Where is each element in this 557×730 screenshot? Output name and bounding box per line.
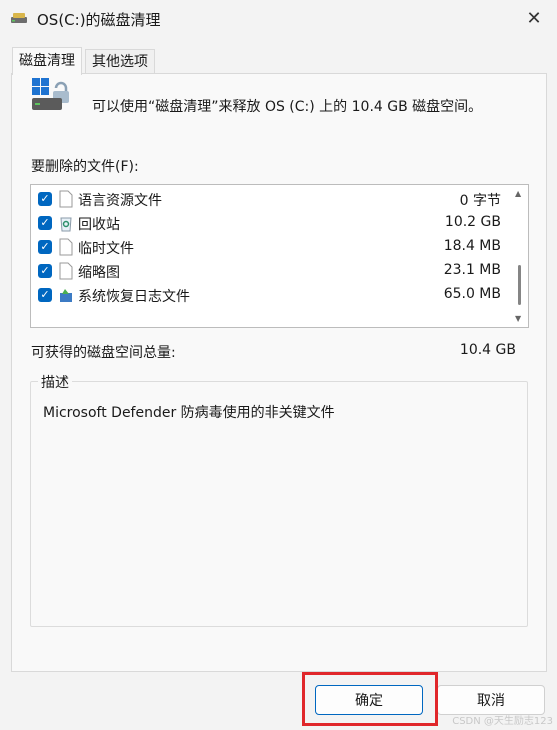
tab-disk-cleanup[interactable]: 磁盘清理 [12,47,82,75]
file-name: 临时文件 [78,241,134,257]
file-list[interactable]: ✓ 语言资源文件 0 字节 ✓ 回收站 10.2 GB ✓ 临时文件 18.4 … [30,184,529,328]
file-name: 回收站 [78,217,120,233]
description-title: 描述 [38,372,72,392]
cancel-button[interactable]: 取消 [437,685,545,715]
document-icon [59,238,73,256]
checkbox-checked[interactable]: ✓ [38,264,52,278]
file-size: 10.2 GB [444,214,501,230]
watermark: CSDN @天生励志123 [452,716,553,727]
list-item[interactable]: ✓ 临时文件 18.4 MB [37,236,507,260]
file-name: 语言资源文件 [78,193,162,209]
list-item[interactable]: ✓ 语言资源文件 0 字节 [37,188,507,212]
files-label: 要删除的文件(F): [31,159,139,175]
file-size: 23.1 MB [443,262,501,278]
scroll-down-icon[interactable]: ▼ [515,314,521,323]
total-space-value: 10.4 GB [459,342,516,358]
file-name: 系统恢复日志文件 [78,289,190,305]
checkbox-checked[interactable]: ✓ [38,192,52,206]
system-restore-icon [60,289,72,302]
file-size: 0 字节 [459,193,501,209]
file-name: 缩略图 [78,265,120,281]
scrollbar[interactable]: ▲ ▼ [510,185,528,327]
close-button[interactable]: ✕ [511,0,557,36]
list-item[interactable]: ✓ 系统恢复日志文件 65.0 MB [37,284,507,308]
document-icon [59,190,73,208]
checkbox-checked[interactable]: ✓ [38,216,52,230]
list-item[interactable]: ✓ 回收站 10.2 GB [37,212,507,236]
checkbox-checked[interactable]: ✓ [38,240,52,254]
tab-more-options[interactable]: 其他选项 [85,49,155,74]
file-size: 65.0 MB [443,286,501,302]
total-space-label: 可获得的磁盘空间总量: [31,345,176,361]
list-item[interactable]: ✓ 缩略图 23.1 MB [37,260,507,284]
file-size: 18.4 MB [443,238,501,254]
document-icon [59,262,73,280]
intro-text: 可以使用“磁盘清理”来释放 OS (C:) 上的 10.4 GB 磁盘空间。 [92,99,483,115]
description-text: Microsoft Defender 防病毒使用的非关键文件 [43,405,335,421]
scroll-thumb[interactable] [518,265,521,305]
title-bar: OS(C:)的磁盘清理 ✕ [0,0,557,38]
disk-cleanup-icon [11,13,27,23]
checkbox-checked[interactable]: ✓ [38,288,52,302]
window-title: OS(C:)的磁盘清理 [37,11,161,29]
scroll-up-icon[interactable]: ▲ [515,189,521,198]
drive-lock-icon [32,78,69,110]
close-icon: ✕ [526,7,542,29]
recycle-bin-icon [60,217,72,232]
annotation-highlight-box [302,672,438,726]
